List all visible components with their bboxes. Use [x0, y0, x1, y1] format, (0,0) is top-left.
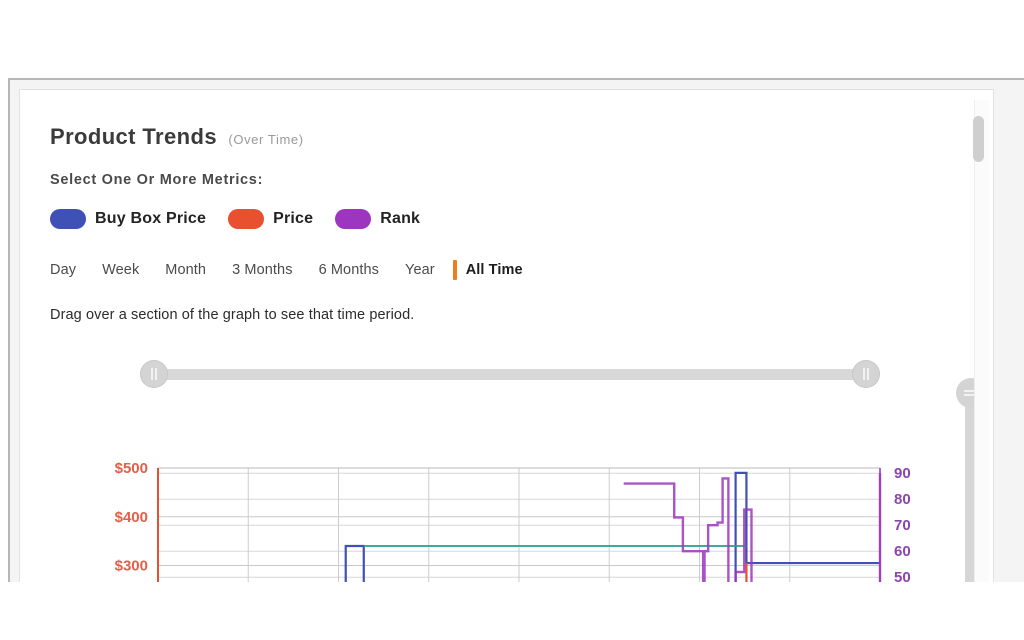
svg-text:60: 60 — [894, 543, 911, 560]
grip-icon — [150, 368, 158, 380]
metric-label-rank: Rank — [380, 210, 421, 227]
time-range-slider-handle-left[interactable] — [140, 360, 168, 388]
metric-label-buy-box-price: Buy Box Price — [95, 210, 207, 227]
metric-toggle-rank[interactable]: Rank — [335, 209, 420, 229]
select-metrics-label: Select One Or More Metrics: — [50, 172, 264, 188]
svg-text:80: 80 — [894, 491, 911, 508]
price-color-swatch — [228, 209, 265, 229]
svg-text:70: 70 — [894, 517, 911, 534]
tab-month[interactable]: Month — [165, 262, 206, 278]
tab-day[interactable]: Day — [50, 262, 76, 278]
tab-year[interactable]: Year — [405, 262, 435, 278]
time-range-slider-track[interactable] — [150, 369, 870, 380]
metric-label-price: Price — [273, 210, 314, 227]
screen-root: Product Trends (Over Time) Select One Or… — [0, 0, 1024, 640]
page-scrollbar[interactable] — [973, 100, 989, 582]
drag-hint-text: Drag over a section of the graph to see … — [50, 307, 415, 323]
chart-svg[interactable]: $500 $400 $300 90 80 70 60 50 — [80, 390, 940, 582]
tab-all-time[interactable]: All Time — [466, 262, 523, 278]
metric-toggle-buy-box-price[interactable]: Buy Box Price — [50, 209, 206, 229]
time-range-slider-handle-right[interactable] — [852, 360, 880, 388]
buy-box-price-color-swatch — [50, 209, 86, 229]
tab-6-months[interactable]: 6 Months — [319, 262, 379, 278]
page-content-area: Product Trends (Over Time) Select One Or… — [19, 89, 994, 582]
metric-legend: Buy Box Price Price Rank — [50, 209, 442, 229]
browser-window-frame: Product Trends (Over Time) Select One Or… — [8, 78, 1024, 582]
time-period-tabs: Day Week Month 3 Months 6 Months Year Al… — [50, 260, 523, 280]
svg-text:90: 90 — [894, 465, 911, 482]
page-title: Product Trends (Over Time) — [50, 124, 304, 150]
grip-icon — [862, 368, 870, 380]
tab-3-months[interactable]: 3 Months — [232, 262, 292, 278]
page-title-subtitle: (Over Time) — [228, 132, 304, 147]
page-scrollbar-thumb[interactable] — [973, 116, 984, 162]
tab-week[interactable]: Week — [102, 262, 139, 278]
product-trends-chart[interactable]: $500 $400 $300 90 80 70 60 50 — [80, 390, 940, 582]
svg-text:$400: $400 — [115, 509, 148, 526]
product-trends-card: Product Trends (Over Time) Select One Or… — [20, 90, 993, 582]
active-tab-marker — [452, 260, 457, 280]
svg-text:$300: $300 — [115, 558, 148, 575]
rank-color-swatch — [335, 209, 372, 229]
svg-text:$500: $500 — [115, 460, 148, 477]
page-title-text: Product Trends — [50, 124, 217, 149]
metric-toggle-price[interactable]: Price — [228, 209, 313, 229]
time-range-slider[interactable] — [140, 360, 880, 388]
svg-text:50: 50 — [894, 569, 911, 582]
